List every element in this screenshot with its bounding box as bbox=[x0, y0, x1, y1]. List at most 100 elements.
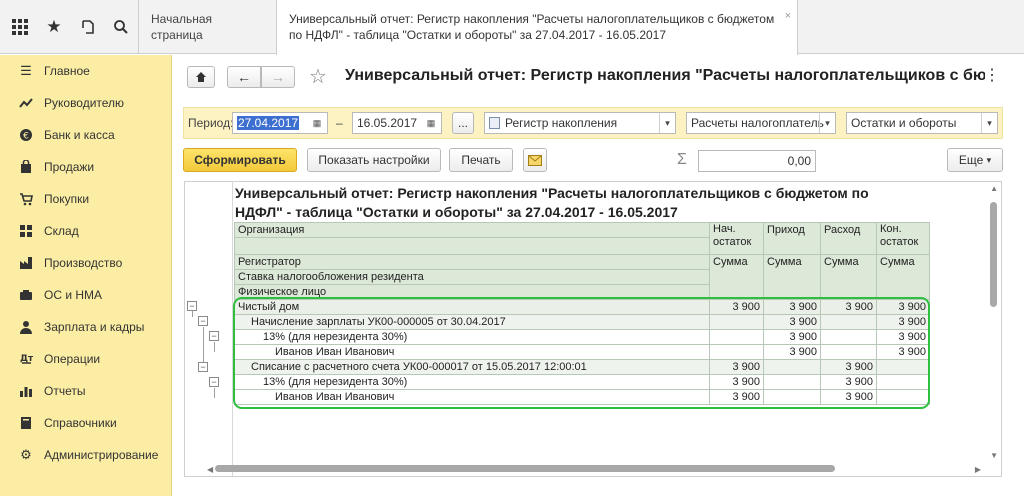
collapse-toggle-icon[interactable]: − bbox=[198, 362, 208, 372]
date-from-value: 27.04.2017 bbox=[237, 116, 300, 130]
arrow-right-icon: → bbox=[271, 69, 285, 85]
home-icon bbox=[196, 72, 206, 82]
scroll-up-icon[interactable]: ▲ bbox=[990, 184, 998, 193]
report-title-line1: Универсальный отчет: Регистр накопления … bbox=[235, 185, 869, 201]
envelope-icon bbox=[528, 154, 542, 166]
sidebar-item-operations[interactable]: Дт Операции bbox=[0, 343, 172, 375]
date-to-value: 16.05.2017 bbox=[357, 116, 418, 130]
header-end: Кон. остаток bbox=[876, 222, 930, 255]
report-title: Универсальный отчет: Регистр накопления … bbox=[235, 184, 935, 222]
sidebar-item-manager[interactable]: Руководителю bbox=[0, 87, 172, 119]
type-select[interactable]: Регистр накопления ▾ bbox=[484, 112, 676, 134]
collapse-toggle-icon[interactable]: − bbox=[209, 331, 219, 341]
email-button[interactable] bbox=[523, 148, 547, 172]
sum-field: 0,00 bbox=[698, 150, 816, 172]
tree-gutter bbox=[185, 182, 233, 476]
search-icon[interactable] bbox=[107, 12, 135, 42]
sidebar-item-warehouse[interactable]: Склад bbox=[0, 215, 172, 247]
sidebar-item-label: Отчеты bbox=[44, 384, 86, 398]
scroll-left-icon[interactable]: ◀ bbox=[207, 465, 213, 474]
tab-report[interactable]: Универсальный отчет: Регистр накопления … bbox=[276, 0, 798, 55]
date-from-input[interactable]: 27.04.2017 ▦ bbox=[232, 112, 328, 134]
header-sum: Сумма bbox=[763, 254, 821, 300]
header-sum: Сумма bbox=[709, 254, 764, 300]
sidebar-item-production[interactable]: Производство bbox=[0, 247, 172, 279]
sidebar-item-label: Продажи bbox=[44, 160, 95, 174]
history-icon[interactable] bbox=[74, 12, 102, 42]
more-vertical-icon[interactable]: ⋮ bbox=[984, 65, 1000, 85]
sidebar-item-salary[interactable]: Зарплата и кадры bbox=[0, 311, 172, 343]
sidebar-item-label: Банк и касса bbox=[44, 128, 115, 142]
tab-report-label: Универсальный отчет: Регистр накопления … bbox=[289, 12, 775, 42]
tab-home[interactable]: Начальная страница bbox=[139, 0, 275, 54]
vertical-scrollbar[interactable] bbox=[990, 202, 997, 307]
period-select-button[interactable]: ... bbox=[452, 112, 474, 134]
favorite-star-icon[interactable]: ☆ bbox=[309, 64, 327, 89]
sidebar-item-catalogs[interactable]: Справочники bbox=[0, 407, 172, 439]
calendar-icon[interactable]: ▦ bbox=[423, 115, 439, 131]
cart-icon bbox=[18, 159, 34, 175]
sidebar-item-admin[interactable]: ⚙ Администрирование bbox=[0, 439, 172, 471]
print-button[interactable]: Печать bbox=[449, 148, 513, 172]
sidebar-item-label: ОС и НМА bbox=[44, 288, 103, 302]
horizontal-scrollbar[interactable] bbox=[215, 465, 835, 472]
gear-icon: ⚙ bbox=[20, 447, 32, 462]
back-button[interactable]: ← bbox=[227, 66, 261, 88]
scroll-right-icon[interactable]: ▶ bbox=[975, 465, 981, 474]
register-value: Расчеты налогоплатель bbox=[691, 116, 824, 130]
table-select[interactable]: Остатки и обороты ▾ bbox=[846, 112, 998, 134]
close-icon[interactable]: × bbox=[785, 8, 791, 24]
header-start: Нач. остаток bbox=[709, 222, 764, 255]
register-icon bbox=[489, 117, 500, 129]
chevron-down-icon[interactable]: ▾ bbox=[659, 113, 675, 133]
header-income: Приход bbox=[763, 222, 821, 255]
sidebar-item-label: Покупки bbox=[44, 192, 90, 206]
sidebar-item-sales[interactable]: Продажи bbox=[0, 151, 172, 183]
forward-button[interactable]: → bbox=[261, 66, 295, 88]
sidebar-item-assets[interactable]: ОС и НМА bbox=[0, 279, 172, 311]
type-value: Регистр накопления bbox=[505, 116, 618, 130]
page-title: Универсальный отчет: Регистр накопления … bbox=[345, 67, 985, 84]
collapse-toggle-icon[interactable]: − bbox=[198, 316, 208, 326]
header-expense: Расход bbox=[820, 222, 877, 255]
collapse-toggle-icon[interactable]: − bbox=[209, 377, 219, 387]
arrow-left-icon: ← bbox=[237, 69, 251, 85]
more-label: Еще bbox=[958, 153, 984, 167]
report-title-line2: НДФЛ" - таблица "Остатки и обороты" за 2… bbox=[235, 204, 678, 220]
sidebar: ☰ Главное Руководителю € Банк и касса Пр… bbox=[0, 55, 172, 496]
date-to-input[interactable]: 16.05.2017 ▦ bbox=[352, 112, 442, 134]
sidebar-item-main[interactable]: ☰ Главное bbox=[0, 55, 172, 87]
operations-icon: Дт bbox=[18, 351, 34, 367]
chevron-down-icon[interactable]: ▾ bbox=[981, 113, 997, 133]
sigma-icon: Σ bbox=[677, 151, 687, 168]
basket-icon bbox=[18, 191, 34, 207]
factory-icon bbox=[18, 255, 34, 271]
home-button[interactable] bbox=[187, 66, 215, 88]
sidebar-item-reports[interactable]: Отчеты bbox=[0, 375, 172, 407]
register-select[interactable]: Расчеты налогоплатель ▾ bbox=[686, 112, 836, 134]
show-settings-button[interactable]: Показать настройки bbox=[307, 148, 441, 172]
sidebar-item-bank[interactable]: € Банк и касса bbox=[0, 119, 172, 151]
assets-icon bbox=[18, 287, 34, 303]
more-button[interactable]: Еще ▾ bbox=[947, 148, 1003, 172]
collapse-toggle-icon[interactable]: − bbox=[187, 301, 197, 311]
chevron-down-icon[interactable]: ▾ bbox=[819, 113, 835, 133]
scroll-down-icon[interactable]: ▼ bbox=[990, 451, 998, 460]
star-icon[interactable]: ★ bbox=[40, 12, 68, 42]
sidebar-item-label: Производство bbox=[44, 256, 123, 270]
person-icon bbox=[18, 319, 34, 335]
highlight-frame bbox=[233, 297, 930, 409]
generate-button[interactable]: Сформировать bbox=[183, 148, 297, 172]
calendar-icon[interactable]: ▦ bbox=[309, 115, 325, 131]
sidebar-item-label: Операции bbox=[44, 352, 101, 366]
sidebar-item-purchases[interactable]: Покупки bbox=[0, 183, 172, 215]
warehouse-icon bbox=[18, 223, 34, 239]
book-icon bbox=[18, 415, 34, 431]
sidebar-item-label: Администрирование bbox=[44, 448, 159, 462]
sidebar-item-label: Руководителю bbox=[44, 96, 125, 110]
apps-grid-icon[interactable] bbox=[6, 12, 34, 42]
sidebar-item-label: Главное bbox=[44, 64, 90, 78]
top-bar: ★ Начальная страница Универсальный отчет… bbox=[0, 0, 1024, 55]
menu-icon: ☰ bbox=[20, 63, 32, 78]
period-dash: – bbox=[336, 116, 343, 130]
